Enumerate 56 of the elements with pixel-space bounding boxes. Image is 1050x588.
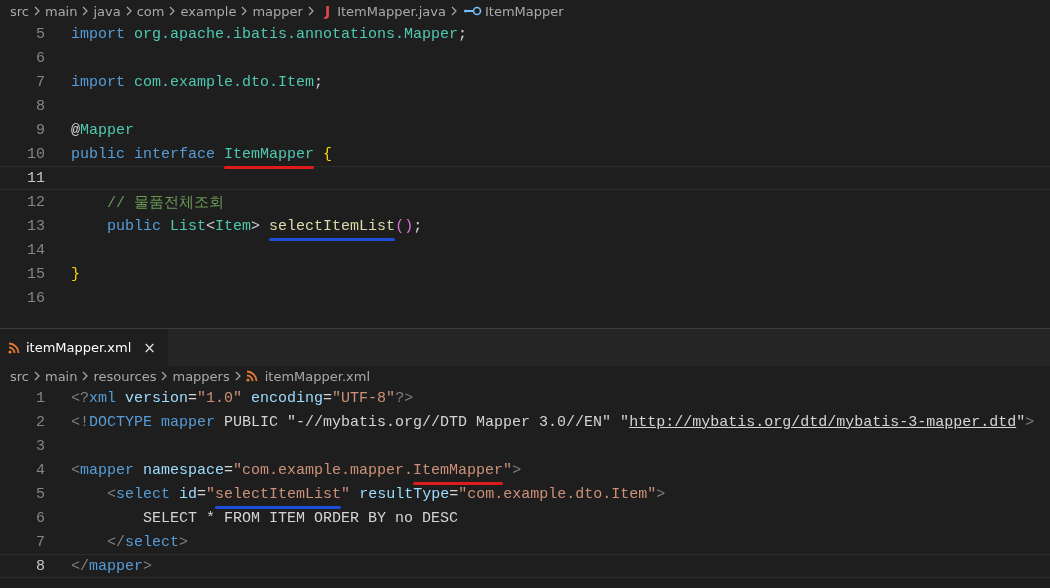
line-number: 8 xyxy=(35,557,45,575)
line-number: 16 xyxy=(26,289,45,307)
line-number: 10 xyxy=(26,145,45,163)
line-number: 8 xyxy=(35,97,45,115)
breadcrumb-item[interactable]: main xyxy=(45,3,78,19)
chevron-icon xyxy=(32,5,42,17)
line-number: 9 xyxy=(35,121,45,139)
java-file-icon: J xyxy=(324,3,331,19)
code-line: <select id="selectItemList" resultType="com.example.dto.Item"> xyxy=(71,485,666,503)
code-line: import com.example.dto.Item; xyxy=(71,73,324,91)
code-line: <?xml version="1.0" encoding="UTF-8"?> xyxy=(71,389,414,407)
editor-tab[interactable]: itemMapper.xml × xyxy=(0,329,168,366)
line-number: 12 xyxy=(26,193,45,211)
line-number: 15 xyxy=(26,265,45,283)
chevron-icon xyxy=(32,370,42,382)
line-number: 7 xyxy=(35,73,45,91)
code-line: <mapper namespace="com.example.mapper.ItemMapper"> xyxy=(71,461,522,479)
line-number: 13 xyxy=(26,217,45,235)
line-number: 6 xyxy=(35,509,45,527)
code-line: </mapper> xyxy=(71,557,153,575)
code-line: </select> xyxy=(106,533,189,551)
breadcrumb-item[interactable]: mapper xyxy=(252,3,303,19)
line-number: 7 xyxy=(35,533,45,551)
close-icon[interactable]: × xyxy=(143,338,156,357)
line-number: 5 xyxy=(35,485,45,503)
breadcrumb-item[interactable]: java xyxy=(93,3,121,19)
line-number: 11 xyxy=(26,169,45,187)
code-line: SELECT * FROM ITEM ORDER BY no DESC xyxy=(142,509,459,527)
code-line: @Mapper xyxy=(71,121,135,139)
code-line: public interface ItemMapper { xyxy=(71,145,333,163)
breadcrumb-item[interactable]: example xyxy=(180,3,237,19)
breadcrumb-item[interactable]: mappers xyxy=(172,368,230,384)
line-number: 6 xyxy=(35,49,45,67)
breadcrumb-item[interactable]: itemMapper.xml xyxy=(264,368,371,384)
line-number: 5 xyxy=(35,25,45,43)
line-number: 1 xyxy=(35,389,45,407)
code-line: public List<Item> selectItemList(); xyxy=(71,217,423,235)
breadcrumb-item[interactable]: src xyxy=(10,3,29,19)
breadcrumb-item[interactable]: src xyxy=(10,368,29,384)
breadcrumb-item[interactable]: ItemMapper.java xyxy=(337,3,446,19)
code-line: // 물품전체조회 xyxy=(106,193,224,212)
breadcrumb-item[interactable]: main xyxy=(45,368,78,384)
rss-icon xyxy=(245,370,258,382)
line-number: 4 xyxy=(35,461,45,479)
code-line: import org.apache.ibatis.annotations.Mapper; xyxy=(71,25,468,43)
breadcrumb-item[interactable]: ItemMapper xyxy=(484,3,564,19)
line-number: 14 xyxy=(26,241,45,259)
code-line: <!DOCTYPE mapper PUBLIC "-//mybatis.org//DTD Mapper 3.0//EN" "http://mybatis.org/dtd/mybatis-3-mapper.dtd"> xyxy=(71,413,1035,431)
code-line: } xyxy=(71,265,80,283)
breadcrumb-item[interactable]: resources xyxy=(93,368,157,384)
interface-symbol-icon xyxy=(463,6,482,16)
line-number: 3 xyxy=(35,437,45,455)
rss-icon xyxy=(8,341,20,354)
breadcrumb-item[interactable]: com xyxy=(136,3,165,19)
line-number: 2 xyxy=(35,413,45,431)
link[interactable]: http://mybatis.org/dtd/mybatis-3-mapper.dtd xyxy=(629,413,1017,431)
